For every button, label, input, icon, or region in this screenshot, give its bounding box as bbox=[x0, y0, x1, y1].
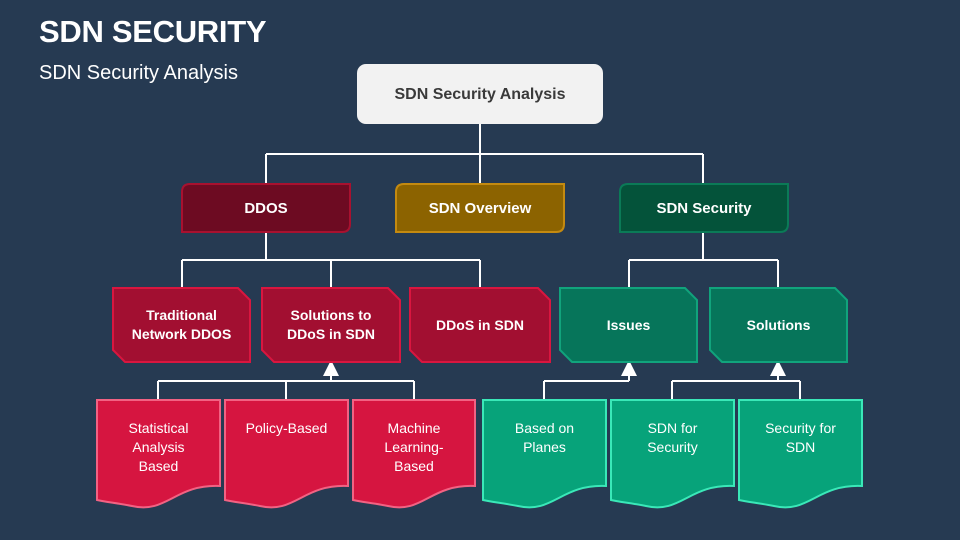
root-node bbox=[357, 64, 603, 124]
node-overview bbox=[395, 183, 565, 233]
node-planes bbox=[482, 399, 607, 509]
hierarchy-diagram bbox=[96, 64, 863, 509]
node-traditional bbox=[112, 287, 251, 363]
node-sdn-for-security bbox=[610, 399, 735, 509]
node-ddos bbox=[181, 183, 351, 233]
node-statistical bbox=[96, 399, 221, 509]
node-solutions-ddos bbox=[261, 287, 401, 363]
node-issues bbox=[559, 287, 698, 363]
node-ml bbox=[352, 399, 476, 509]
node-solutions bbox=[709, 287, 848, 363]
node-ddos-in-sdn bbox=[409, 287, 551, 363]
node-security bbox=[619, 183, 789, 233]
node-policy bbox=[224, 399, 349, 509]
node-security-for-sdn bbox=[738, 399, 863, 509]
